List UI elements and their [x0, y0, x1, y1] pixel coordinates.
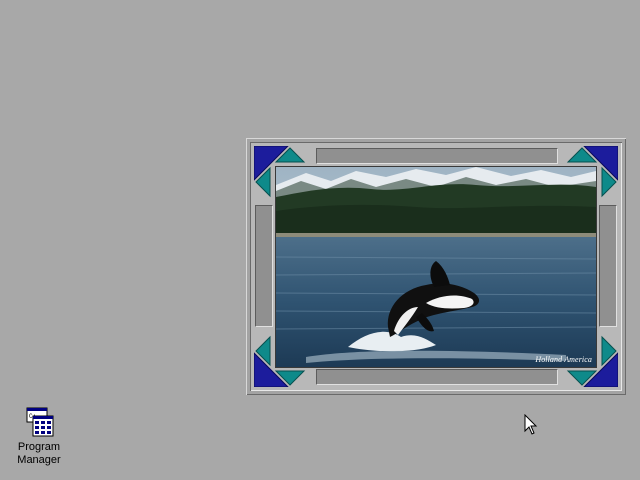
orca-photo: Holland America: [276, 167, 596, 367]
program-manager-label-line1: Program: [17, 441, 61, 453]
frame-bar-bottom: [316, 369, 558, 385]
program-manager-icon: C:: [23, 406, 55, 438]
program-manager-label: Program Manager: [10, 441, 68, 467]
frame-bar-top: [316, 148, 558, 164]
frame-bar-left: [255, 205, 273, 327]
arrow-pointer-icon: [524, 413, 538, 441]
photo-watermark: Holland America: [535, 355, 592, 364]
program-manager-label-line2: Manager: [17, 454, 61, 466]
picture-frame: Holland America: [246, 138, 626, 395]
program-manager-desktop-icon[interactable]: C: Program Manager: [10, 406, 68, 467]
frame-bar-right: [599, 205, 617, 327]
